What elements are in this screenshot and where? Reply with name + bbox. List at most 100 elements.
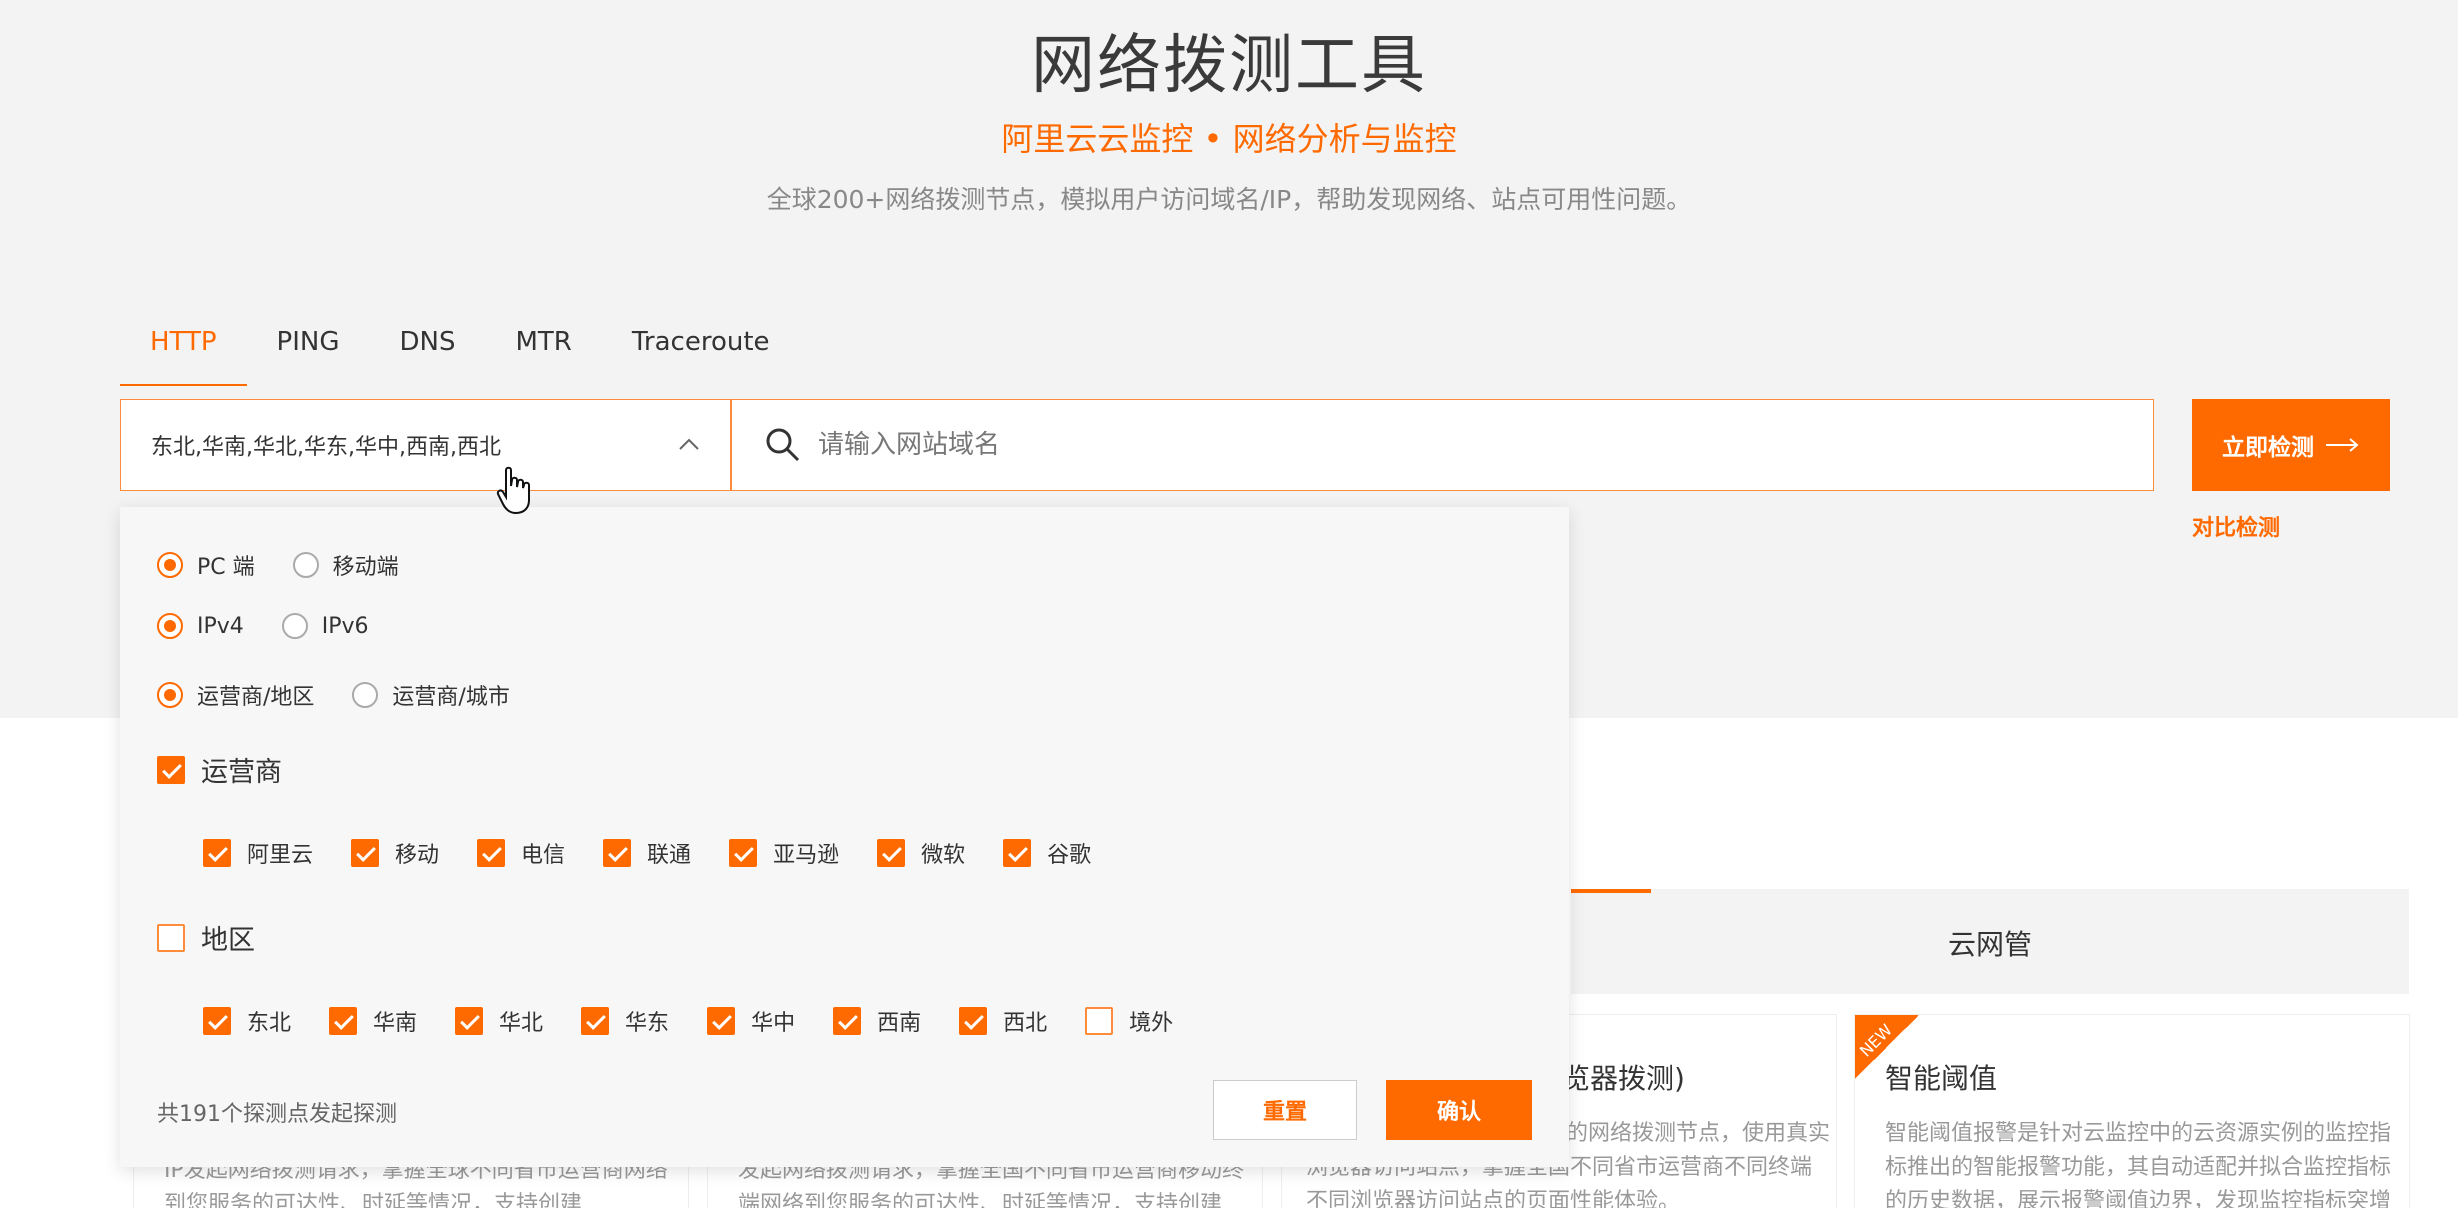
radio-button [281,613,308,639]
card-title: 智能阈值 [1885,1062,1998,1095]
section-tab-bar: 云网管 [1571,889,2409,994]
ip-options: IPv4 IPv6 [157,613,407,639]
checkbox [877,839,906,867]
radio-button [157,682,183,708]
checkbox [157,923,185,952]
checkbox-label: 联通 [647,843,692,868]
radio-label: PC 端 [197,555,255,580]
checkbox-label: 华北 [499,1011,544,1036]
arrow-right-icon [2326,438,2359,452]
checkbox [329,1007,358,1035]
tab-http[interactable]: HTTP [120,322,247,386]
radio-label: IPv6 [321,613,369,639]
checkbox-overseas[interactable]: 境外 [1085,1005,1173,1037]
checkbox-label: 西南 [877,1011,922,1036]
tab-dns[interactable]: DNS [370,322,486,386]
feature-card-4[interactable]: NEW 智能阈值 智能阈值报警是针对云监控中的云资源实例的监控指 标推出的智能报… [1854,1014,2410,1208]
probe-count-text: 共191个探测点发起探测 [157,1102,397,1127]
radio-pc[interactable]: PC 端 [157,549,255,581]
radio-isp-city[interactable]: 运营商/城市 [352,679,510,711]
region-select[interactable]: 东北,华南,华北,华东,华中,西南,西北 [120,399,731,491]
checkbox-label: 东北 [247,1011,292,1036]
checkbox-label: 华东 [625,1011,670,1036]
checkbox-label: 谷歌 [1047,843,1092,868]
checkbox [203,839,231,867]
grouping-options: 运营商/地区 运营商/城市 [157,679,548,711]
checkbox-microsoft[interactable]: 微软 [877,837,965,869]
chevron-up-icon [679,438,699,450]
checkbox-north[interactable]: 华北 [455,1005,543,1037]
radio-button [157,552,183,578]
region-select-value: 东北,华南,华北,华东,华中,西南,西北 [151,435,501,460]
checkbox [959,1007,988,1035]
radio-label: 运营商/地区 [197,685,315,710]
checkbox-mobile[interactable]: 移动 [351,837,439,869]
isp-list: 阿里云 移动 电信 联通 亚马逊 微软 谷歌 [203,837,1129,869]
domain-search-field[interactable] [731,399,2154,491]
checkbox-label: 境外 [1129,1011,1174,1036]
confirm-button[interactable]: 确认 [1386,1080,1532,1140]
checkbox [1085,1007,1114,1035]
card-title: 览器拨测) [1562,1062,1685,1095]
checkbox [1003,839,1032,867]
checkbox-aliyun[interactable]: 阿里云 [203,837,313,869]
checkbox [203,1007,231,1035]
checkbox [477,839,506,867]
checkbox [603,839,632,867]
checkbox-google[interactable]: 谷歌 [1003,837,1091,869]
checkbox [581,1007,610,1035]
checkbox-central[interactable]: 华中 [707,1005,795,1037]
checkbox-south[interactable]: 华南 [329,1005,417,1037]
tab-cloud-network-management[interactable]: 云网管 [1571,923,2409,963]
checkbox-telecom[interactable]: 电信 [477,837,565,869]
radio-mobile[interactable]: 移动端 [292,549,399,581]
device-options: PC 端 移动端 [157,549,437,581]
checkbox-label: 电信 [521,843,566,868]
checkbox-label: 华中 [751,1011,796,1036]
radio-ipv6[interactable]: IPv6 [281,613,369,639]
checkbox-label: 华南 [373,1011,418,1036]
radio-button [352,682,379,708]
radio-isp-region[interactable]: 运营商/地区 [157,679,314,711]
radio-label: 运营商/城市 [392,685,510,710]
checkbox [833,1007,862,1035]
test-type-tabs: HTTP PING DNS MTR Traceroute [120,322,800,386]
probe-settings-dropdown: PC 端 移动端 IPv4 IPv6 运营商/地区 运营商/城市 运营商 阿里云… [120,507,1569,1167]
checkbox-amazon[interactable]: 亚马逊 [729,837,839,869]
isp-group-checkbox[interactable]: 运营商 [157,750,282,789]
checkbox-southwest[interactable]: 西南 [833,1005,921,1037]
checkbox [729,839,758,867]
radio-button [157,613,183,639]
radio-label: 移动端 [332,555,399,580]
checkbox-label: 亚马逊 [773,843,840,868]
start-test-button[interactable]: 立即检测 [2192,399,2390,491]
radio-ipv4[interactable]: IPv4 [157,613,244,639]
tab-indicator [1571,889,1651,893]
checkbox-northeast[interactable]: 东北 [203,1005,291,1037]
checkbox-northwest[interactable]: 西北 [959,1005,1047,1037]
checkbox [455,1007,484,1035]
compare-test-link[interactable]: 对比检测 [2192,510,2280,542]
card-text: 智能阈值报警是针对云监控中的云资源实例的监控指 标推出的智能报警功能，其自动适配… [1885,1121,2392,1208]
radio-label: IPv4 [197,613,244,639]
checkbox-label: 阿里云 [247,843,314,868]
region-list: 东北 华南 华北 华东 华中 西南 西北 境外 [203,1005,1211,1037]
tab-ping[interactable]: PING [247,322,370,386]
checkbox [707,1007,736,1035]
tab-traceroute[interactable]: Traceroute [602,322,800,386]
tab-mtr[interactable]: MTR [485,322,601,386]
page-title: 网络拨测工具 [1031,29,1427,103]
checkbox-label: 移动 [395,843,440,868]
domain-input[interactable] [818,430,2018,460]
checkbox-east[interactable]: 华东 [581,1005,669,1037]
start-test-label: 立即检测 [2222,435,2314,461]
page-subtitle: 阿里云云监控 • 网络分析与监控 [1001,120,1457,158]
region-group-checkbox[interactable]: 地区 [157,918,255,957]
checkbox-label: 微软 [921,843,966,868]
checkbox-unicom[interactable]: 联通 [603,837,691,869]
page-description: 全球200+网络拨测节点，模拟用户访问域名/IP，帮助发现网络、站点可用性问题。 [766,185,1692,214]
checkbox [157,755,185,784]
radio-button [292,552,319,578]
checkbox [351,839,380,867]
reset-button[interactable]: 重置 [1213,1080,1357,1140]
